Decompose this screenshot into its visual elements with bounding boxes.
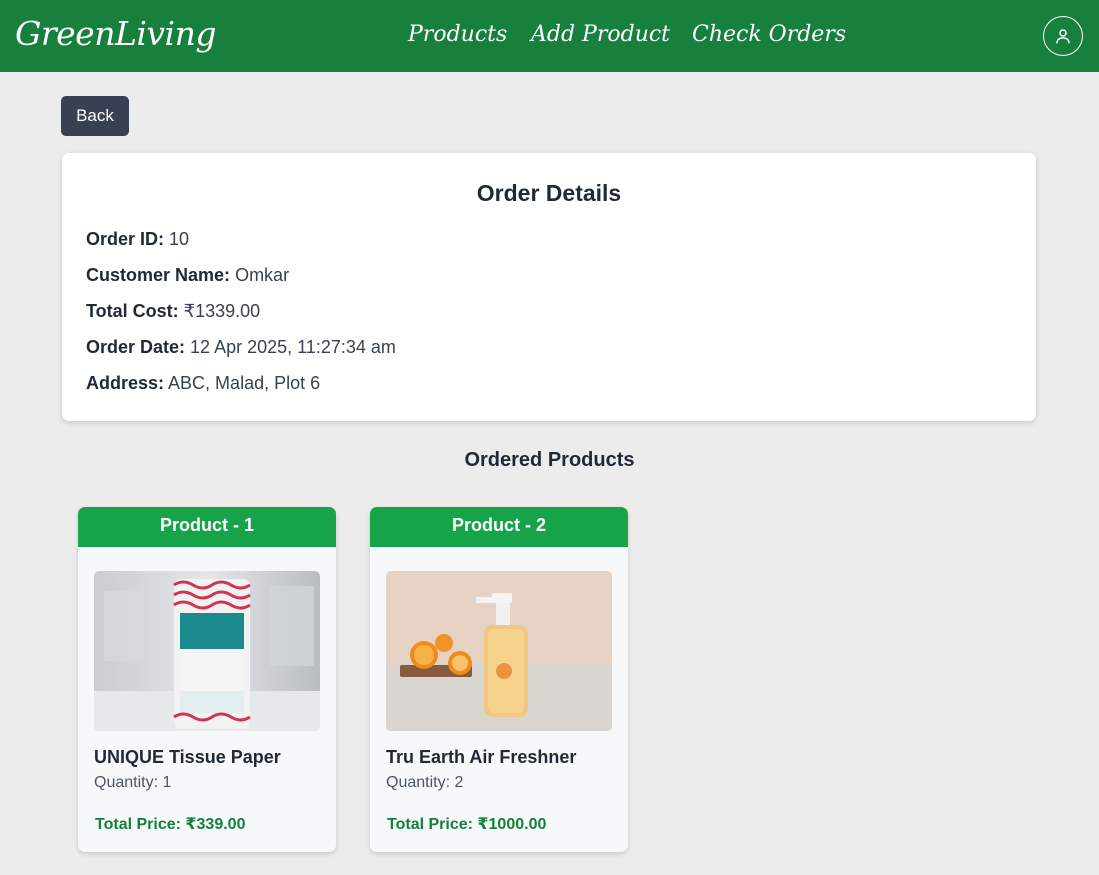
product-quantity: Quantity: 1 <box>94 774 172 791</box>
order-date-value: 12 Apr 2025, 11:27:34 am <box>190 337 396 357</box>
order-details-title: Order Details <box>476 180 622 206</box>
order-date-label: Order Date: <box>86 337 186 357</box>
customer-name-label: Customer Name: <box>86 265 231 285</box>
user-icon <box>1056 29 1070 44</box>
order-id-value: 10 <box>169 229 190 249</box>
nav-check-orders-link[interactable]: Check Orders <box>692 22 846 47</box>
ordered-products-title: Ordered Products <box>464 449 635 471</box>
product-card: Product - 1 UNIQUE Tissue Paper Quantity… <box>78 507 336 852</box>
product-name: Tru Earth Air Freshner <box>386 747 577 767</box>
customer-name-value: Omkar <box>235 265 290 285</box>
customer-name-row: Customer Name: Omkar <box>86 265 289 286</box>
air-freshener-spray-image <box>386 571 612 731</box>
address-row: Address: ABC, Malad, Plot 6 <box>86 373 320 394</box>
product-header: Product - 1 <box>78 507 336 547</box>
order-date-row: Order Date: 12 Apr 2025, 11:27:34 am <box>86 337 396 358</box>
total-cost-label: Total Cost: <box>86 301 179 321</box>
nav-products-link[interactable]: Products <box>408 22 507 47</box>
product-total-price: Total Price: ₹1000.00 <box>387 816 547 833</box>
address-label: Address: <box>86 373 165 393</box>
order-id-row: Order ID: 10 <box>86 229 189 250</box>
product-total-price: Total Price: ₹339.00 <box>95 816 246 833</box>
address-value: ABC, Malad, Plot 6 <box>168 373 321 393</box>
profile-button[interactable] <box>1043 16 1083 56</box>
order-id-label: Order ID: <box>86 229 165 249</box>
product-header: Product - 2 <box>370 507 628 547</box>
product-card: Product - 2 Tru Earth Air Freshner Quant… <box>370 507 628 852</box>
total-cost-row: Total Cost: ₹1339.00 <box>86 301 260 322</box>
nav-add-product-link[interactable]: Add Product <box>531 22 670 47</box>
back-button[interactable]: Back <box>61 96 129 136</box>
brand-logo[interactable]: GreenLiving <box>15 14 217 53</box>
total-cost-value: ₹1339.00 <box>183 301 261 321</box>
product-name: UNIQUE Tissue Paper <box>94 747 281 767</box>
tissue-roll-image <box>94 571 320 731</box>
order-details-card: Order Details Order ID: 10 Customer Name… <box>62 153 1036 421</box>
product-quantity: Quantity: 2 <box>386 774 464 791</box>
navbar: GreenLiving Products Add Product Check O… <box>0 0 1099 72</box>
